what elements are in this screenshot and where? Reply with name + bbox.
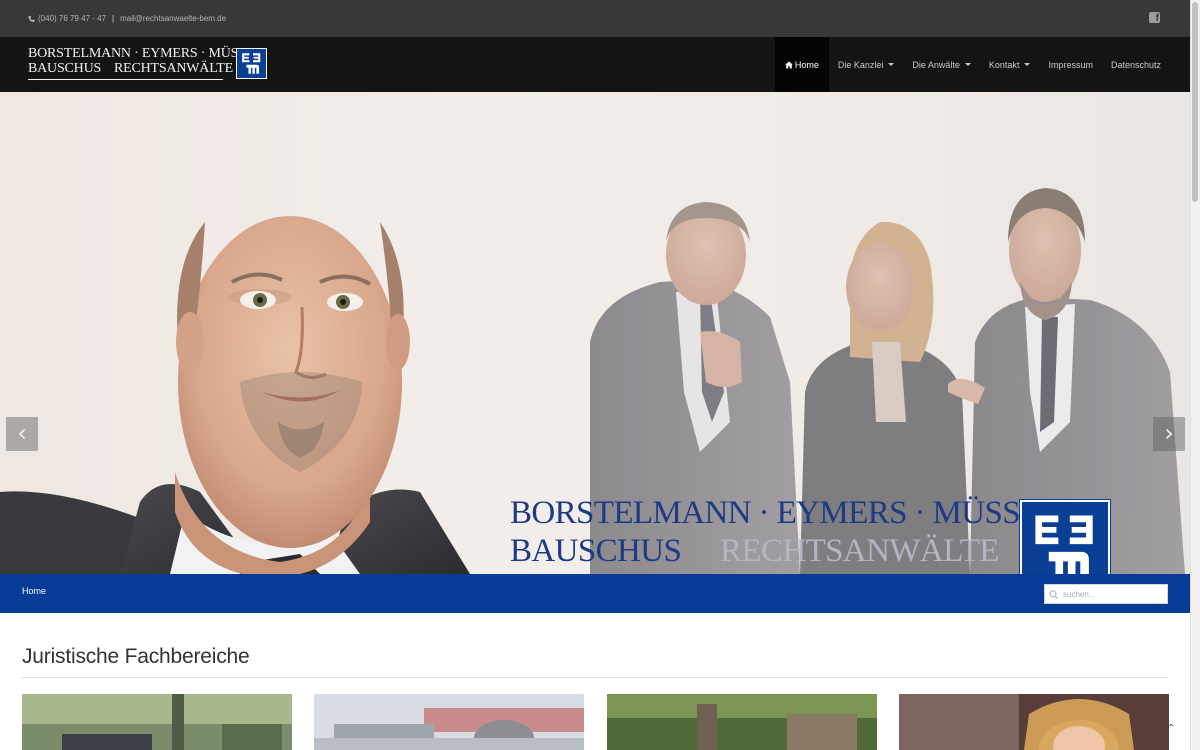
search-input[interactable] <box>1063 586 1163 602</box>
nav-item-impressum-label: Impressum <box>1048 59 1093 70</box>
nav-item-impressum[interactable]: Impressum <box>1039 37 1102 92</box>
back-to-top-icon[interactable]: ⌃ <box>1167 724 1177 734</box>
nav-item-kontakt[interactable]: Kontakt <box>980 37 1040 92</box>
breadcrumb-home[interactable]: Home <box>22 586 46 596</box>
section-divider <box>22 677 1168 678</box>
section-title: Juristische Fachbereiche <box>22 645 250 668</box>
main-navbar: BORSTELMANN · EYMERS · MÜSSE BAUSCHUS RE… <box>0 37 1190 92</box>
caret-down-icon <box>1024 63 1031 66</box>
home-icon <box>785 61 793 68</box>
nav-item-die-anwaelte[interactable]: Die Anwälte <box>903 37 980 92</box>
nav-item-home-label: Home <box>794 59 819 70</box>
hero-slider: BORSTELMANN · EYMERS · MÜSSE BAUSCHUS RE… <box>0 92 1190 574</box>
hero-logo-line-2-left: BAUSCHUS <box>510 533 682 569</box>
phone-number[interactable]: (040) 76 79 47 - 47 <box>38 14 106 23</box>
nav-item-datenschutz[interactable]: Datenschutz <box>1102 37 1170 92</box>
caret-down-icon <box>888 63 895 66</box>
practice-area-card[interactable] <box>899 694 1169 750</box>
search-icon <box>1045 585 1063 603</box>
practice-area-card[interactable] <box>314 694 584 750</box>
practice-area-image <box>22 694 292 750</box>
hero-logo-line-1: BORSTELMANN · EYMERS · MÜSSE <box>510 495 1040 531</box>
hero-logo-line-2-right: RECHTSANWÄLTE <box>720 533 999 569</box>
practice-area-card[interactable] <box>607 694 877 750</box>
logo-underline <box>28 79 223 80</box>
facebook-icon[interactable]: f <box>1149 12 1160 24</box>
phone-icon <box>28 15 35 22</box>
email-link[interactable]: mail@rechtsanwaelte-bem.de <box>120 14 226 23</box>
logo-mark-icon <box>236 48 267 79</box>
nav-item-home[interactable]: Home <box>774 37 829 92</box>
nav-item-kontakt-label: Kontakt <box>988 59 1020 70</box>
hero-logo-mark-icon <box>1019 499 1111 574</box>
nav-item-die-anwaelte-label: Die Anwälte <box>912 59 960 70</box>
caret-down-icon <box>964 63 971 66</box>
nav-item-datenschutz-label: Datenschutz <box>1110 59 1161 70</box>
slider-next-button[interactable]: › <box>1153 417 1185 451</box>
nav-item-die-kanzlei-label: Die Kanzlei <box>837 59 884 70</box>
top-bar: (040) 76 79 47 - 47 | mail@rechtsanwaelt… <box>0 0 1190 37</box>
practice-area-image <box>607 694 877 750</box>
logo-line-2-left: BAUSCHUS <box>28 61 102 76</box>
practice-area-image <box>899 694 1169 750</box>
nav-item-die-kanzlei[interactable]: Die Kanzlei <box>829 37 904 92</box>
hero-logo-text: BORSTELMANN · EYMERS · MÜSSE BAUSCHUS RE… <box>510 494 1040 570</box>
logo-line-2-right: RECHTSANWÄLTE <box>114 61 233 76</box>
hero-logo-line-2: BAUSCHUS RECHTSANWÄLTE <box>510 532 1040 570</box>
logo-line-2: BAUSCHUS RECHTSANWÄLTE <box>28 61 268 76</box>
practice-area-image <box>314 694 584 750</box>
practice-area-card[interactable] <box>22 694 292 750</box>
contact-separator: | <box>112 14 115 23</box>
page: { "topbar": { "phone": "(040) 76 79 47 -… <box>0 0 1200 750</box>
page-scrollbar[interactable] <box>1190 0 1200 750</box>
logo-line-1: BORSTELMANN · EYMERS · MÜSSE <box>28 46 255 61</box>
contact-info: (040) 76 79 47 - 47 | mail@rechtsanwaelt… <box>28 14 226 23</box>
breadcrumb-bar: Home <box>0 574 1190 613</box>
site-logo[interactable]: BORSTELMANN · EYMERS · MÜSSE BAUSCHUS RE… <box>28 46 268 84</box>
scrollbar-thumb[interactable] <box>1192 2 1198 202</box>
search-box[interactable] <box>1044 584 1168 604</box>
slider-prev-button[interactable]: ‹ <box>6 417 38 451</box>
main-menu: Home Die Kanzlei Die Anwälte Kontakt Imp… <box>774 37 1170 92</box>
